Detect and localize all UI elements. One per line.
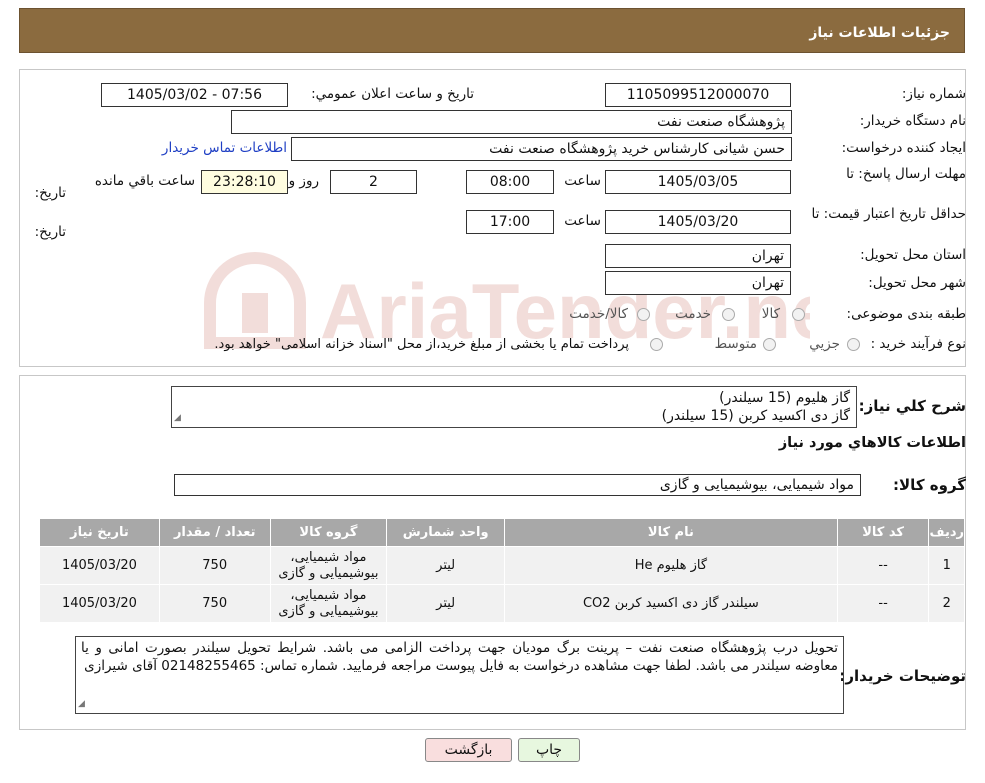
cell-name: گاز هلیوم He — [504, 546, 838, 585]
col-code: کد کالا — [836, 518, 930, 547]
resize-grip-icon[interactable]: ◢ — [174, 409, 181, 427]
category-both-radio[interactable] — [637, 308, 650, 321]
process-medium-radio[interactable] — [763, 338, 776, 351]
category-goods-label: کالا — [761, 306, 780, 322]
creator-label: ایجاد کننده درخواست: — [841, 140, 966, 156]
cell-row: 2 — [928, 584, 965, 623]
notes-label: توضیحات خریدار: — [839, 667, 966, 685]
page-header: جزئیات اطلاعات نیاز — [19, 8, 965, 53]
summary-label: شرح کلي نیاز: — [858, 397, 966, 415]
cell-unit: لیتر — [386, 584, 506, 623]
province-field[interactable]: تهران — [605, 244, 791, 268]
category-both-label: کالا/خدمت — [569, 306, 628, 322]
cell-unit: لیتر — [386, 546, 506, 585]
col-unit: واحد شمارش — [386, 518, 506, 547]
notes-textarea[interactable]: تحویل درب پژوهشگاه صنعت نفت – پرینت برگ … — [75, 636, 844, 714]
cell-code: -- — [836, 584, 930, 623]
validity-date-field[interactable]: 1405/03/20 — [605, 210, 791, 234]
cell-date: 1405/03/20 — [39, 546, 160, 585]
deadline-label: مهلت ارسال پاسخ: تا — [846, 166, 966, 182]
summary-line-1: گاز هلیوم (15 سیلندر) — [719, 390, 850, 406]
process-label: نوع فرآیند خرید : — [870, 336, 966, 352]
cell-row: 1 — [928, 546, 965, 585]
cell-date: 1405/03/20 — [39, 584, 160, 623]
process-note: پرداخت تمام یا بخشی از مبلغ خرید،از محل … — [214, 337, 629, 352]
need-number-field[interactable]: 1105099512000070 — [605, 83, 791, 107]
creator-field[interactable]: حسن شیانی کارشناس خرید پژوهشگاه صنعت نفت — [291, 137, 792, 161]
process-treasury-checkbox[interactable] — [650, 338, 663, 351]
cell-group: مواد شیمیایی، بیوشیمیایی و گازی — [269, 546, 388, 585]
need-number-label: شماره نیاز: — [901, 86, 966, 102]
col-date: تاریخ نیاز — [39, 518, 160, 547]
cell-qty: 750 — [158, 546, 271, 585]
col-name: نام کالا — [504, 518, 838, 547]
print-button[interactable]: چاپ — [518, 738, 580, 762]
category-label: طبقه بندی موضوعی: — [846, 306, 966, 322]
buyer-contact-link[interactable]: اطلاعات تماس خریدار — [162, 140, 287, 156]
buyer-org-field[interactable]: پژوهشگاه صنعت نفت — [231, 110, 792, 134]
notes-text: تحویل درب پژوهشگاه صنعت نفت – پرینت برگ … — [81, 640, 838, 674]
category-goods-radio[interactable] — [792, 308, 805, 321]
validity-time-field[interactable]: 17:00 — [466, 210, 554, 234]
table-row[interactable]: 1 -- گاز هلیوم He لیتر مواد شیمیایی، بیو… — [39, 546, 965, 585]
deadline-label-2: تاریخ: — [34, 185, 66, 201]
validity-label: حداقل تاریخ اعتبار قیمت: تا — [811, 206, 966, 222]
validity-label-2: تاریخ: — [34, 224, 66, 240]
deadline-time-field[interactable]: 08:00 — [466, 170, 554, 194]
process-medium-label: متوسط — [714, 336, 757, 352]
announce-label: تاریخ و ساعت اعلان عمومي: — [311, 86, 474, 102]
goods-section-title: اطلاعات کالاهاي مورد نیاز — [778, 435, 966, 451]
back-button[interactable]: بازگشت — [425, 738, 512, 762]
remaining-time-field: 23:28:10 — [201, 170, 288, 194]
cell-group: مواد شیمیایی، بیوشیمیایی و گازی — [269, 584, 388, 623]
summary-textarea[interactable]: گاز هلیوم (15 سیلندر) گاز دی اکسید کربن … — [171, 386, 857, 428]
days-label: روز و — [288, 173, 319, 189]
resize-grip-icon[interactable]: ◢ — [78, 695, 85, 713]
goods-table: ردیف کد کالا نام کالا واحد شمارش گروه کا… — [39, 518, 965, 623]
table-row[interactable]: 2 -- سیلندر گاز دی اکسید کربن CO2 لیتر م… — [39, 584, 965, 623]
cell-code: -- — [836, 546, 930, 585]
col-row: ردیف — [928, 518, 965, 547]
validity-time-label: ساعت — [564, 213, 601, 229]
remaining-label: ساعت باقي مانده — [94, 173, 195, 189]
category-service-label: خدمت — [675, 306, 711, 322]
deadline-time-label: ساعت — [564, 173, 601, 189]
goods-group-label: گروه کالا: — [893, 476, 966, 494]
col-group: گروه کالا — [269, 518, 388, 547]
city-label: شهر محل تحویل: — [868, 275, 966, 291]
process-minor-radio[interactable] — [847, 338, 860, 351]
days-field[interactable]: 2 — [330, 170, 417, 194]
cell-name: سیلندر گاز دی اکسید کربن CO2 — [504, 584, 838, 623]
table-header-row: ردیف کد کالا نام کالا واحد شمارش گروه کا… — [39, 518, 965, 547]
summary-line-2: گاز دی اکسید کربن (15 سیلندر) — [661, 408, 850, 424]
city-field[interactable]: تهران — [605, 271, 791, 295]
province-label: استان محل تحویل: — [860, 247, 966, 263]
cell-qty: 750 — [158, 584, 271, 623]
process-minor-label: جزیي — [809, 336, 840, 352]
buyer-org-label: نام دستگاه خریدار: — [859, 113, 966, 129]
goods-group-field[interactable]: مواد شیمیایی، بیوشیمیایی و گازی — [174, 474, 861, 496]
col-qty: تعداد / مقدار — [158, 518, 271, 547]
announce-field[interactable]: 1405/03/02 - 07:56 — [101, 83, 288, 107]
deadline-date-field[interactable]: 1405/03/05 — [605, 170, 791, 194]
category-service-radio[interactable] — [722, 308, 735, 321]
page-title: جزئیات اطلاعات نیاز — [809, 25, 950, 41]
